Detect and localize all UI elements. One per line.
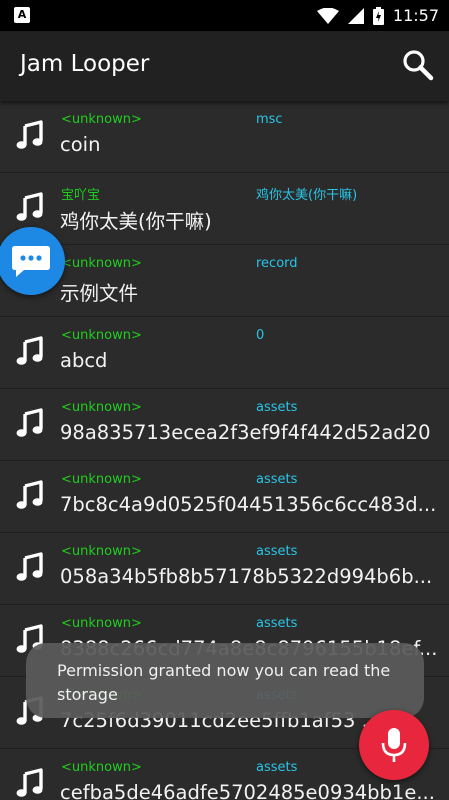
track-title: 98a835713ecea2f3ef9f4f442d52ad20: [60, 421, 431, 444]
track-album: assets: [256, 760, 298, 775]
track-album: assets: [256, 616, 298, 631]
track-row[interactable]: <unknown> msc coin: [0, 101, 449, 173]
toast-message: Permission granted now you can read the …: [57, 661, 391, 704]
track-title: abcd: [60, 349, 108, 372]
track-artist: <unknown>: [61, 472, 142, 487]
track-artist: <unknown>: [61, 400, 142, 415]
wifi-icon: [316, 7, 339, 24]
track-album: assets: [256, 544, 298, 559]
cellular-signal-icon: [347, 7, 364, 24]
track-title: 示例文件: [60, 282, 139, 305]
track-album: 0: [256, 328, 265, 343]
track-row[interactable]: <unknown> record 示例文件: [0, 245, 449, 317]
track-album: 鸡你太美(你干嘛): [256, 188, 358, 203]
track-title: 058a34b5fb8b57178b5322d994b6b...: [60, 565, 433, 588]
track-row[interactable]: <unknown> 0 abcd: [0, 317, 449, 389]
music-note-icon: [15, 336, 45, 366]
track-title: cefba5de46adfe5702485e0934bb1e...: [60, 781, 435, 800]
search-icon: [403, 50, 434, 81]
status-time: 11:57: [392, 6, 439, 25]
status-right-group: 11:57: [316, 0, 439, 31]
notification-app-icon: A: [14, 7, 30, 23]
track-artist: <unknown>: [61, 328, 142, 343]
track-title: 7bc8c4a9d0525f04451356c6cc483d...: [60, 493, 437, 516]
record-button[interactable]: [359, 710, 429, 780]
chat-bubble-icon: [12, 246, 50, 277]
music-note-icon: [15, 768, 45, 798]
track-artist: <unknown>: [61, 112, 142, 127]
microphone-icon: [381, 728, 407, 762]
track-album: assets: [256, 472, 298, 487]
app-bar: Jam Looper: [0, 31, 449, 101]
music-note-icon: [15, 552, 45, 582]
track-title: coin: [60, 133, 101, 156]
track-album: assets: [256, 400, 298, 415]
track-artist: <unknown>: [61, 760, 142, 775]
track-row[interactable]: <unknown> assets 7bc8c4a9d0525f04451356c6c…: [0, 461, 449, 533]
chat-button[interactable]: [0, 227, 65, 295]
search-button[interactable]: [401, 48, 435, 82]
music-note-icon: [15, 480, 45, 510]
track-artist: <unknown>: [61, 256, 142, 271]
status-bar: A 11:57: [0, 0, 449, 31]
track-row[interactable]: <unknown> assets 98a835713ecea2f3ef9f4f442…: [0, 389, 449, 461]
track-title: 鸡你太美(你干嘛): [60, 210, 212, 233]
track-artist: 宝吖宝: [61, 188, 101, 203]
battery-charging-icon: [372, 6, 384, 25]
track-album: msc: [256, 112, 283, 127]
track-row[interactable]: 宝吖宝 鸡你太美(你干嘛) 鸡你太美(你干嘛): [0, 173, 449, 245]
music-note-icon: [15, 408, 45, 438]
music-note-icon: [15, 120, 45, 150]
track-artist: <unknown>: [61, 544, 142, 559]
app-title: Jam Looper: [20, 51, 150, 77]
track-album: record: [256, 256, 298, 271]
music-note-icon: [15, 192, 45, 222]
track-row[interactable]: <unknown> assets 058a34b5fb8b57178b5322d99…: [0, 533, 449, 605]
track-artist: <unknown>: [61, 616, 142, 631]
permission-toast: Permission granted now you can read the …: [26, 643, 424, 718]
